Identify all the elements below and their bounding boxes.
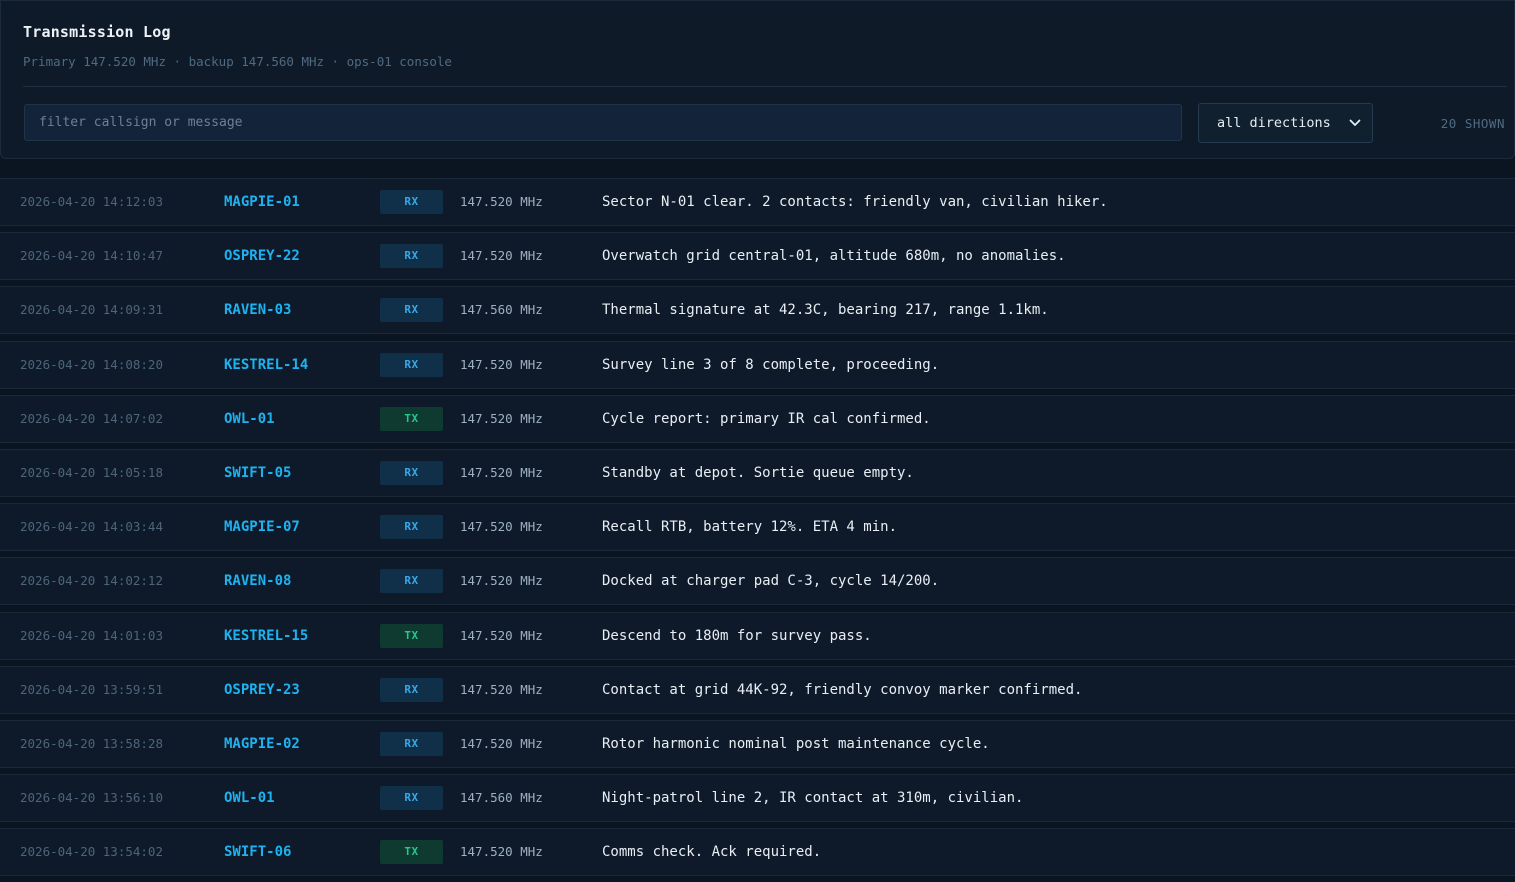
row-frequency: 147.520 MHz [460,627,543,643]
row-timestamp: 2026-04-20 13:58:28 [20,735,163,751]
row-frequency: 147.520 MHz [460,681,543,697]
row-frequency: 147.520 MHz [460,248,543,264]
row-frequency: 147.520 MHz [460,735,543,751]
row-frequency: 147.520 MHz [460,464,543,480]
chevron-down-icon [1349,119,1361,126]
direction-badge: RX [380,298,443,323]
row-timestamp: 2026-04-20 13:59:51 [20,681,163,697]
table-row[interactable]: 2026-04-20 14:05:18 SWIFT-05 RX 147.520 MHz… [0,448,1515,497]
row-frequency: 147.520 MHz [460,356,543,372]
row-frequency: 147.520 MHz [460,519,543,535]
table-row[interactable]: 2026-04-20 14:03:44 MAGPIE-07 RX 147.520 MH… [0,503,1515,552]
row-timestamp: 2026-04-20 13:56:10 [20,790,163,806]
row-callsign: RAVEN-03 [224,302,292,319]
row-message: Survey line 3 of 8 complete, proceeding. [602,356,940,373]
table-row[interactable]: 2026-04-20 14:12:03 MAGPIE-01 RX 147.520 MH… [0,178,1515,226]
row-timestamp: 2026-04-20 14:07:02 [20,410,163,426]
shown-count: 20 SHOWN [1440,116,1505,131]
direction-badge: RX [380,244,443,269]
direction-badge: RX [380,677,443,702]
row-timestamp: 2026-04-20 14:08:20 [20,356,163,372]
direction-badge: RX [380,786,443,811]
row-frequency: 147.560 MHz [460,790,543,806]
table-row[interactable]: 2026-04-20 14:07:02 OWL-01 TX 147.520 MHz Cy… [0,394,1515,443]
row-timestamp: 2026-04-20 14:02:12 [20,573,163,589]
row-callsign: OSPREY-22 [224,248,300,265]
row-timestamp: 2026-04-20 14:12:03 [20,194,163,209]
row-timestamp: 2026-04-20 14:05:18 [20,464,163,480]
direction-badge: TX [380,406,443,431]
row-frequency: 147.560 MHz [460,302,543,318]
row-callsign: KESTREL-14 [224,356,309,373]
direction-badge: RX [380,731,443,756]
row-timestamp: 2026-04-20 14:09:31 [20,302,163,318]
row-timestamp: 2026-04-20 14:01:03 [20,627,163,643]
direction-badge: RX [380,515,443,540]
table-row[interactable]: 2026-04-20 13:54:02 SWIFT-06 TX 147.520 MHz… [0,828,1515,877]
row-timestamp: 2026-04-20 14:03:44 [20,519,163,535]
row-message: Cycle report: primary IR cal confirmed. [602,410,931,427]
row-message: Descend to 180m for survey pass. [602,627,872,644]
direction-badge: TX [380,840,443,865]
row-timestamp: 2026-04-20 13:54:02 [20,844,163,860]
row-frequency: 147.520 MHz [460,573,543,589]
table-row[interactable]: 2026-04-20 14:08:20 KESTREL-14 RX 147.520 M… [0,340,1515,389]
row-callsign: SWIFT-06 [224,844,292,861]
row-callsign: OWL-01 [224,410,275,427]
row-message: Overwatch grid central-01, altitude 680m… [602,248,1066,265]
row-message: Standby at depot. Sortie queue empty. [602,464,914,481]
table-row[interactable]: 2026-04-20 13:58:28 MAGPIE-02 RX 147.520 MH… [0,719,1515,768]
direction-badge: TX [380,623,443,648]
row-callsign: MAGPIE-07 [224,519,300,536]
search-input[interactable] [24,104,1182,141]
direction-badge: RX [380,352,443,377]
direction-select-value: all directions [1217,115,1331,131]
page-subtitle: Primary 147.520 MHz · backup 147.560 MHz… [23,54,452,69]
direction-badge: RX [380,569,443,594]
log-header: Transmission Log Primary 147.520 MHz · b… [0,0,1515,159]
row-message: Docked at charger pad C-3, cycle 14/200. [602,573,940,590]
row-message: Thermal signature at 42.3C, bearing 217,… [602,302,1049,319]
table-row[interactable]: 2026-04-20 14:10:47 OSPREY-22 RX 147.520 MH… [0,232,1515,281]
row-message: Contact at grid 44K-92, friendly convoy … [602,681,1083,698]
row-message: Sector N-01 clear. 2 contacts: friendly … [602,194,1108,210]
transmission-list: 2026-04-20 14:12:03 MAGPIE-01 RX 147.520 MH… [0,178,1515,882]
direction-badge: RX [380,190,443,214]
table-row[interactable]: 2026-04-20 14:09:31 RAVEN-03 RX 147.560 MHz… [0,286,1515,335]
row-callsign: OWL-01 [224,790,275,807]
row-frequency: 147.520 MHz [460,194,543,209]
table-row[interactable]: 2026-04-20 13:59:51 OSPREY-23 RX 147.520 MH… [0,665,1515,714]
row-message: Comms check. Ack required. [602,844,822,861]
page-title: Transmission Log [23,23,171,41]
row-callsign: OSPREY-23 [224,681,300,698]
row-callsign: KESTREL-15 [224,627,309,644]
row-message: Recall RTB, battery 12%. ETA 4 min. [602,519,898,536]
row-callsign: SWIFT-05 [224,464,292,481]
row-message: Night-patrol line 2, IR contact at 310m,… [602,790,1024,807]
row-frequency: 147.520 MHz [460,844,543,860]
header-divider [23,86,1507,87]
row-callsign: MAGPIE-02 [224,735,300,752]
row-callsign: MAGPIE-01 [224,194,300,210]
row-frequency: 147.520 MHz [460,410,543,426]
row-timestamp: 2026-04-20 14:10:47 [20,248,163,264]
direction-select[interactable]: all directions [1198,103,1373,143]
direction-badge: RX [380,460,443,485]
row-message: Rotor harmonic nominal post maintenance … [602,735,990,752]
row-callsign: RAVEN-08 [224,573,292,590]
table-row[interactable]: 2026-04-20 14:02:12 RAVEN-08 RX 147.520 MHz… [0,557,1515,606]
table-row[interactable]: 2026-04-20 13:56:10 OWL-01 RX 147.560 MHz Ni… [0,774,1515,823]
table-row[interactable]: 2026-04-20 14:01:03 KESTREL-15 TX 147.520 M… [0,611,1515,660]
